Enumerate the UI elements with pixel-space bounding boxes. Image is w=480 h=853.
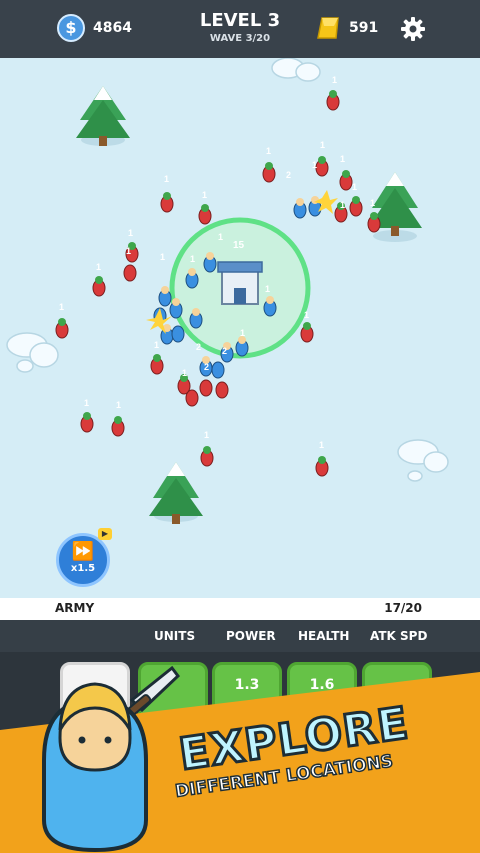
upgrade-units-button[interactable]	[138, 662, 208, 722]
unit-count-label: 1	[312, 160, 317, 170]
unit-count-label: 1	[116, 400, 121, 410]
unit-count-label: 1	[126, 246, 131, 256]
fast-forward-icon: ⏩	[71, 541, 95, 562]
unit-count-label: 1	[266, 146, 271, 156]
unit-count-label: 1	[154, 340, 159, 350]
unit-count-label: 1	[265, 284, 270, 294]
army-bar: ARMY 17/20	[0, 598, 480, 620]
unit-count-label: 1	[59, 302, 64, 312]
unit-count-label: 1	[218, 232, 223, 242]
speed-multiplier: x1.5	[70, 563, 96, 574]
unit-count-label: 2	[286, 170, 291, 180]
upgrade-value: 1.6	[309, 677, 335, 693]
unit-count-label: 2	[204, 362, 209, 372]
unit-count-label: 1	[240, 328, 245, 338]
stat-header-atk-spd: ATK SPD	[370, 629, 428, 643]
unit-count-label: 1	[96, 262, 101, 272]
unit-card[interactable]	[60, 662, 130, 722]
unit-count-label: 1	[370, 198, 375, 208]
unit-count-label: 1	[319, 440, 324, 450]
unit-count-label: 1	[340, 200, 345, 210]
unit-count-label: 1	[320, 140, 325, 150]
army-count: 17/20	[384, 601, 422, 615]
battlefield[interactable]: 15 1 1 1 1 1 1 2 1 1 1 1 1 1 1 1 1 1 2 2…	[0, 58, 480, 598]
unit-count-label: 1	[204, 430, 209, 440]
unit-count-label: 1	[340, 154, 345, 164]
video-ad-icon: ▶	[98, 528, 112, 540]
unit-count-label: 1	[332, 75, 337, 85]
unit-count-label: 1	[352, 182, 357, 192]
gold-bar-icon	[317, 17, 339, 39]
stats-header: UNITS POWER HEALTH ATK SPD	[0, 620, 480, 652]
castle-tower	[217, 261, 263, 305]
unit-count-label: 1	[160, 252, 165, 262]
stat-header-units: UNITS	[154, 629, 196, 643]
upgrade-value: 1.3	[234, 677, 260, 693]
gear-icon[interactable]	[400, 16, 426, 42]
unit-count-label: 1	[128, 228, 133, 238]
unit-count-label: 1	[84, 398, 89, 408]
top-hud: $ 4864 LEVEL 3 WAVE 3/20 591	[0, 0, 480, 58]
unit-count-label: 1	[190, 254, 195, 264]
unit-count-label: 1	[304, 310, 309, 320]
speed-boost-button[interactable]: ⏩ x1.5	[56, 533, 110, 587]
army-label: ARMY	[55, 601, 95, 615]
unit-count-label: 1	[202, 190, 207, 200]
stat-header-health: HEALTH	[298, 629, 350, 643]
unit-count-label: 1	[164, 174, 169, 184]
stat-header-power: POWER	[226, 629, 276, 643]
unit-count-label: 2	[196, 342, 201, 352]
gold-value: 591	[349, 20, 379, 36]
unit-count-label: 2	[222, 346, 227, 356]
upgrade-power-button[interactable]: 1.3	[212, 662, 282, 722]
unit-count-label: 1	[182, 368, 187, 378]
tower-unit-count: 15	[233, 240, 245, 251]
battlefield-scene: 15 1 1 1 1 1 1 2 1 1 1 1 1 1 1 1 1 1 2 2…	[6, 58, 449, 524]
